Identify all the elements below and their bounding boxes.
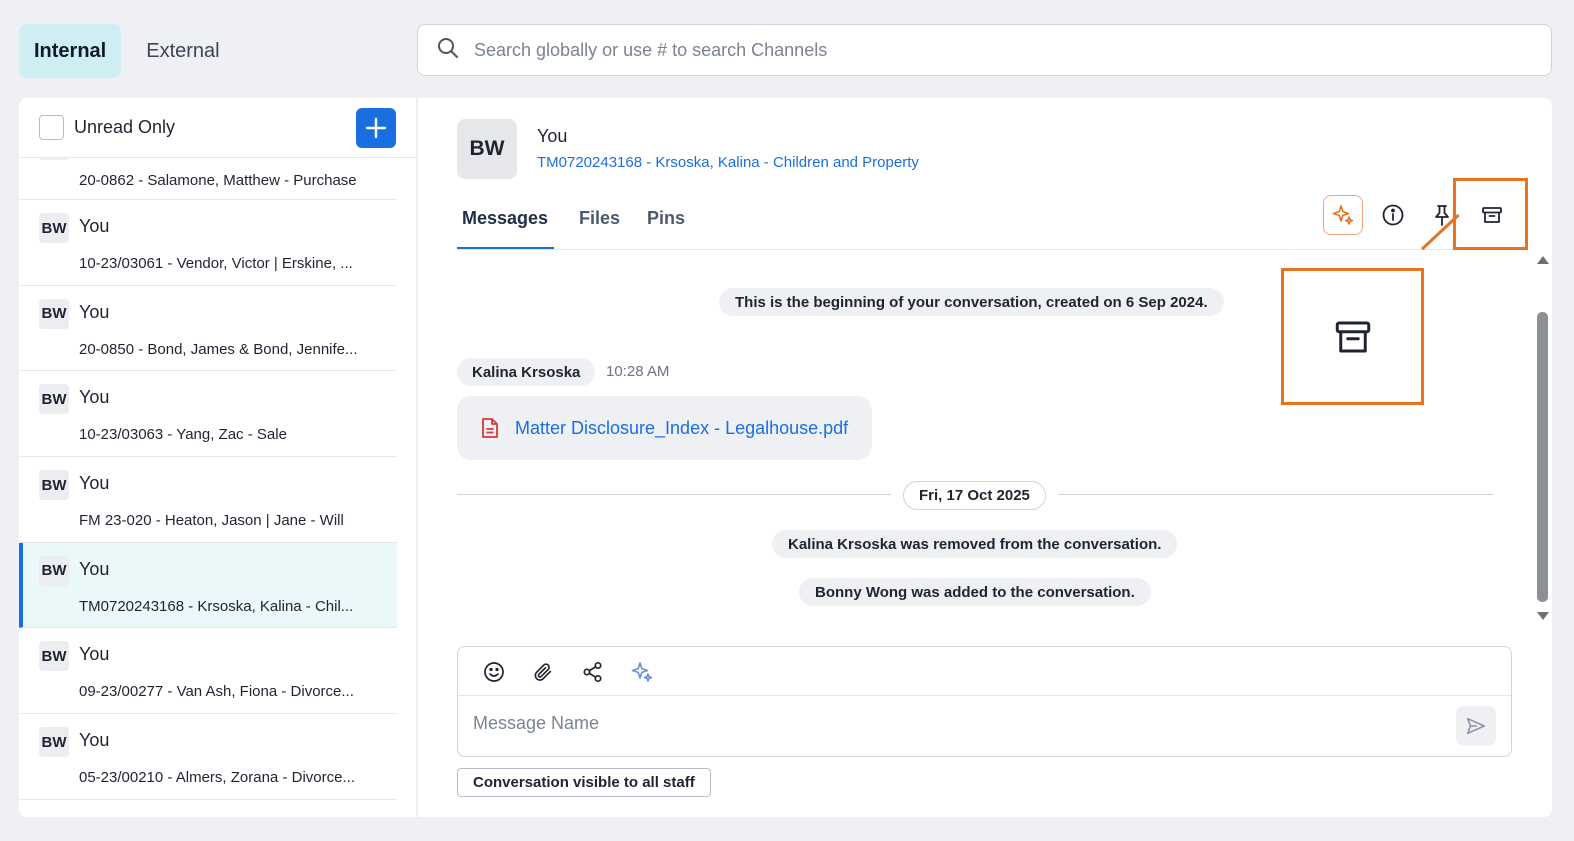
list-item-name: You	[79, 558, 110, 579]
list-item-subtitle: 10-23/03061 - Vendor, Victor | Erskine, …	[79, 255, 353, 272]
list-item-selected[interactable]: BW You TM0720243168 - Krsoska, Kalina - …	[19, 542, 397, 629]
list-item[interactable]: BW You 10-23/03063 - Yang, Zac - Sale	[19, 371, 397, 458]
list-item[interactable]: BW You 05-23/00210 - Almers, Zorana - Di…	[19, 714, 397, 800]
tab-files[interactable]: Files	[579, 208, 620, 229]
avatar: BW	[39, 555, 69, 586]
message-time: 10:28 AM	[606, 363, 670, 380]
message-sender: Kalina Krsoska	[457, 358, 596, 386]
plus-icon	[365, 117, 387, 139]
message-input[interactable]	[473, 713, 1433, 734]
matter-link[interactable]: TM0720243168 - Krsoska, Kalina - Childre…	[537, 154, 919, 171]
list-header: Unread Only	[19, 98, 416, 158]
conversation-start-notice: This is the beginning of your conversati…	[719, 288, 1224, 316]
tab-internal[interactable]: Internal	[19, 24, 122, 78]
conversation-name: You	[537, 126, 568, 146]
pdf-file-icon	[482, 418, 498, 438]
file-name-link[interactable]: Matter Disclosure_Index - Legalhouse.pdf	[515, 418, 848, 439]
file-attachment[interactable]: Matter Disclosure_Index - Legalhouse.pdf	[457, 396, 872, 460]
unread-only-label: Unread Only	[74, 117, 176, 137]
unread-only-checkbox[interactable]	[39, 115, 64, 140]
add-conversation-button[interactable]	[356, 108, 396, 148]
composer-toolbar	[458, 647, 1511, 696]
share-icon	[583, 661, 602, 683]
system-event: Bonny Wong was added to the conversation…	[799, 578, 1151, 606]
scroll-thumb[interactable]	[1537, 312, 1548, 602]
search-icon	[436, 36, 460, 65]
attach-button[interactable]	[530, 659, 556, 685]
list-item-name: You	[79, 730, 110, 751]
ai-assist-button[interactable]	[1323, 195, 1363, 235]
send-icon	[1466, 717, 1486, 735]
list-item-subtitle: 20-0862 - Salamone, Matthew - Purchase	[79, 172, 357, 189]
conversation-list: 20-0862 - Salamone, Matthew - Purchase B…	[19, 158, 397, 817]
avatar: BW	[39, 727, 69, 758]
list-item-subtitle: FM 23-020 - Heaton, Jason | Jane - Will	[79, 512, 344, 530]
list-item[interactable]: BW You 20-0850 - Bond, James & Bond, Jen…	[19, 286, 397, 372]
list-item[interactable]: 20-0862 - Salamone, Matthew - Purchase	[19, 158, 397, 200]
list-item[interactable]: BW You 09-23/00277 - Van Ash, Fiona - Di…	[19, 628, 397, 715]
sparkle-icon	[631, 662, 653, 682]
list-item-subtitle: 20-0850 - Bond, James & Bond, Jennife...	[79, 340, 358, 358]
attachment-icon	[534, 663, 552, 681]
active-tab-indicator	[457, 247, 554, 249]
conversation-panel: BW You TM0720243168 - Krsoska, Kalina - …	[418, 98, 1552, 817]
scroll-up-icon[interactable]	[1537, 256, 1549, 264]
avatar: BW	[39, 641, 69, 672]
list-item-subtitle: 05-23/00210 - Almers, Zorana - Divorce..…	[79, 769, 355, 787]
list-item-name: You	[79, 473, 110, 494]
tab-messages[interactable]: Messages	[462, 208, 548, 229]
system-event: Kalina Krsoska was removed from the conv…	[772, 530, 1178, 558]
ai-compose-button[interactable]	[629, 659, 655, 685]
date-divider-line	[457, 494, 891, 495]
avatar: BW	[39, 470, 69, 501]
send-button[interactable]	[1456, 706, 1496, 746]
list-item-name: You	[79, 644, 110, 665]
conversation-avatar: BW	[457, 119, 517, 179]
list-item-subtitle: 10-23/03063 - Yang, Zac - Sale	[79, 426, 287, 444]
list-item-subtitle: TM0720243168 - Krsoska, Kalina - Chil...	[79, 597, 354, 615]
channel-list-panel: Unread Only 20-0862 - Salamone, Matthew …	[19, 98, 416, 817]
avatar	[39, 158, 69, 160]
info-icon	[1382, 204, 1404, 226]
avatar: BW	[39, 213, 69, 243]
message-composer	[457, 646, 1512, 757]
list-item-subtitle: 09-23/00277 - Van Ash, Fiona - Divorce..…	[79, 683, 354, 701]
list-item-name: You	[79, 216, 110, 236]
info-button[interactable]	[1373, 195, 1413, 235]
emoji-icon	[484, 662, 504, 682]
tab-pins[interactable]: Pins	[647, 208, 685, 229]
share-button[interactable]	[580, 659, 606, 685]
tab-external[interactable]: External	[131, 24, 234, 78]
channel-type-toggle: Internal External	[19, 24, 235, 78]
list-item-name: You	[79, 301, 110, 322]
date-divider: Fri, 17 Oct 2025	[903, 481, 1046, 510]
highlight-box	[1453, 178, 1528, 250]
scroll-down-icon[interactable]	[1537, 612, 1549, 620]
messages-scrollbar[interactable]	[1535, 250, 1552, 620]
list-item[interactable]: BW You 10-23/03061 - Vendor, Victor | Er…	[19, 200, 397, 286]
sparkle-icon	[1332, 205, 1354, 225]
zoomed-archive-callout	[1281, 268, 1424, 405]
archive-icon	[1335, 321, 1370, 352]
list-item[interactable]: BW You FM 23-020 - Heaton, Jason | Jane …	[19, 457, 397, 543]
list-item-name: You	[79, 387, 110, 408]
search-input[interactable]	[474, 39, 1474, 61]
date-divider-line	[1058, 494, 1493, 495]
global-search	[417, 24, 1552, 76]
avatar: BW	[39, 298, 69, 329]
visibility-badge[interactable]: Conversation visible to all staff	[457, 768, 711, 797]
emoji-button[interactable]	[481, 659, 507, 685]
avatar: BW	[39, 384, 69, 415]
